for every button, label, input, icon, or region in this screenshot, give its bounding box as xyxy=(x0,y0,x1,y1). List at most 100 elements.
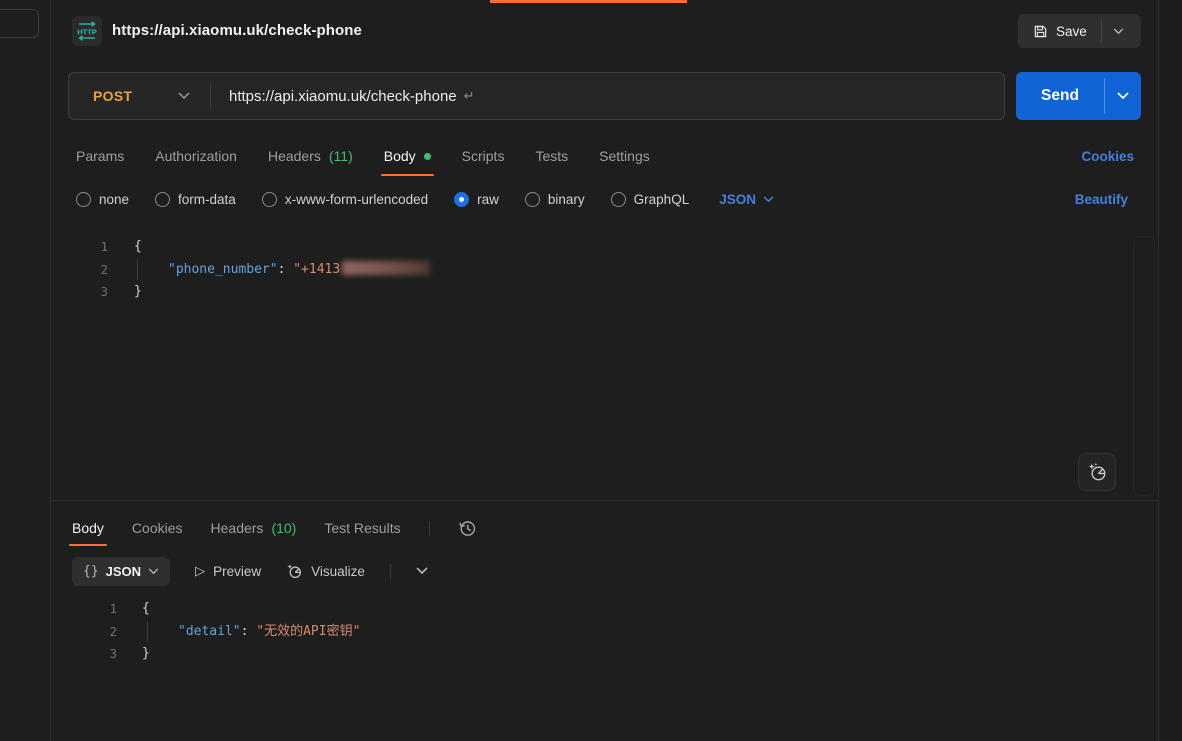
right-sidebar xyxy=(1158,0,1182,741)
raw-language-selector[interactable]: JSON xyxy=(719,192,774,207)
line-number: 1 xyxy=(52,236,108,259)
url-input[interactable]: https://api.xiaomu.uk/check-phone xyxy=(229,88,457,105)
radio-icon[interactable] xyxy=(76,192,91,207)
active-tab-indicator xyxy=(490,0,687,3)
divider xyxy=(390,564,391,579)
postbot-sparkle-icon xyxy=(1087,462,1108,483)
radio-icon[interactable] xyxy=(155,192,170,207)
indent-guide xyxy=(147,621,148,642)
request-panel: HTTP https://api.xiaomu.uk/check-phone S… xyxy=(52,0,1158,741)
tab-authorization[interactable]: Authorization xyxy=(155,136,237,176)
tab-scripts[interactable]: Scripts xyxy=(462,136,505,176)
json-value-visible: "+1413 xyxy=(293,262,340,277)
mode-label: raw xyxy=(477,192,499,207)
tab-label: Tests xyxy=(535,148,568,164)
line-number: 2 xyxy=(52,259,108,282)
preview-label: Preview xyxy=(213,564,261,579)
request-body-editor[interactable]: 1 { 2 "phone_number": "+1413 3 } xyxy=(52,230,1158,500)
radio-icon[interactable] xyxy=(262,192,277,207)
line-number: 1 xyxy=(52,598,117,621)
request-title: https://api.xiaomu.uk/check-phone xyxy=(112,22,362,39)
response-toolbar: {} JSON ▷ Preview Visualize xyxy=(52,554,1158,588)
cookies-link[interactable]: Cookies xyxy=(1081,136,1134,176)
code-line: 2 "detail": "无效的API密钥" xyxy=(52,621,1158,644)
method-label: POST xyxy=(93,88,132,104)
preview-button[interactable]: ▷ Preview xyxy=(195,563,261,579)
chevron-down-icon xyxy=(148,568,159,575)
tab-params[interactable]: Params xyxy=(76,136,124,176)
save-button-main[interactable]: Save xyxy=(1018,14,1101,48)
tab-body[interactable]: Body xyxy=(384,136,431,176)
mode-label: none xyxy=(99,192,129,207)
radio-icon[interactable] xyxy=(611,192,626,207)
mode-form-data[interactable]: form-data xyxy=(155,192,236,207)
visualize-button[interactable]: Visualize xyxy=(286,563,365,580)
radio-checked-icon[interactable] xyxy=(454,192,469,207)
line-number: 3 xyxy=(52,281,108,304)
code-line: 1 { xyxy=(52,598,1158,621)
tab-label: Headers xyxy=(268,148,321,164)
format-label: JSON xyxy=(106,564,141,579)
pane-divider[interactable] xyxy=(52,500,1158,501)
save-button[interactable]: Save xyxy=(1018,14,1141,48)
tab-headers[interactable]: Headers (11) xyxy=(268,136,353,176)
code-text: { xyxy=(142,598,150,621)
code-line: 3 } xyxy=(52,643,1158,666)
response-history-button[interactable] xyxy=(458,519,477,538)
tab-label: Settings xyxy=(599,148,650,164)
json-value: "无效的API密钥" xyxy=(256,624,360,639)
postbot-sparkle-icon xyxy=(286,563,303,580)
json-key: "detail" xyxy=(178,624,241,639)
radio-icon[interactable] xyxy=(525,192,540,207)
chevron-down-icon xyxy=(763,196,774,203)
tab-label: Params xyxy=(76,148,124,164)
mode-label: GraphQL xyxy=(634,192,690,207)
play-icon: ▷ xyxy=(195,563,205,579)
method-selector[interactable]: POST xyxy=(69,73,210,119)
divider xyxy=(210,83,211,109)
editor-scrollbar-track[interactable] xyxy=(1133,236,1155,496)
tab-settings[interactable]: Settings xyxy=(599,136,650,176)
response-tab-test-results[interactable]: Test Results xyxy=(324,510,400,546)
send-button[interactable]: Send xyxy=(1016,72,1141,120)
floppy-disk-icon xyxy=(1033,24,1048,39)
tab-label: Authorization xyxy=(155,148,237,164)
mode-graphql[interactable]: GraphQL xyxy=(611,192,690,207)
mode-label: x-www-form-urlencoded xyxy=(285,192,428,207)
response-tab-headers[interactable]: Headers (10) xyxy=(211,510,297,546)
tab-label: Body xyxy=(384,148,416,164)
json-key: "phone_number" xyxy=(168,262,278,277)
mode-raw[interactable]: raw xyxy=(454,192,499,207)
api-client-window: HTTP https://api.xiaomu.uk/check-phone S… xyxy=(0,0,1182,741)
mode-none[interactable]: none xyxy=(76,192,129,207)
postbot-ai-button[interactable] xyxy=(1078,453,1116,491)
response-tab-cookies[interactable]: Cookies xyxy=(132,510,183,546)
tab-label: Scripts xyxy=(462,148,505,164)
tab-tests[interactable]: Tests xyxy=(535,136,568,176)
chevron-down-icon xyxy=(1113,28,1124,35)
mode-binary[interactable]: binary xyxy=(525,192,585,207)
headers-count: (10) xyxy=(271,520,296,536)
code-line: 3 } xyxy=(52,281,1158,304)
send-options-button[interactable] xyxy=(1105,72,1141,120)
headers-count: (11) xyxy=(329,148,353,164)
response-format-selector[interactable]: {} JSON xyxy=(72,557,170,586)
beautify-link[interactable]: Beautify xyxy=(1075,184,1128,214)
svg-text:HTTP: HTTP xyxy=(77,28,97,37)
mode-x-www-form-urlencoded[interactable]: x-www-form-urlencoded xyxy=(262,192,428,207)
indent-guide xyxy=(137,259,138,280)
braces-icon: {} xyxy=(83,564,99,579)
code-text: { xyxy=(134,236,142,259)
url-input-container: POST https://api.xiaomu.uk/check-phone ↵ xyxy=(68,72,1005,120)
code-text: } xyxy=(142,643,150,666)
save-options-button[interactable] xyxy=(1102,14,1135,48)
tab-label: Body xyxy=(72,520,104,536)
return-glyph-icon: ↵ xyxy=(464,88,475,104)
request-url-row: POST https://api.xiaomu.uk/check-phone ↵… xyxy=(52,72,1158,120)
send-button-main[interactable]: Send xyxy=(1016,72,1104,120)
left-sidebar xyxy=(0,0,51,741)
response-body-viewer[interactable]: 1 { 2 "detail": "无效的API密钥" 3 } xyxy=(52,596,1158,736)
history-clock-icon xyxy=(458,519,477,538)
toolbar-collapse-button[interactable] xyxy=(416,567,428,575)
response-tab-body[interactable]: Body xyxy=(72,510,104,546)
